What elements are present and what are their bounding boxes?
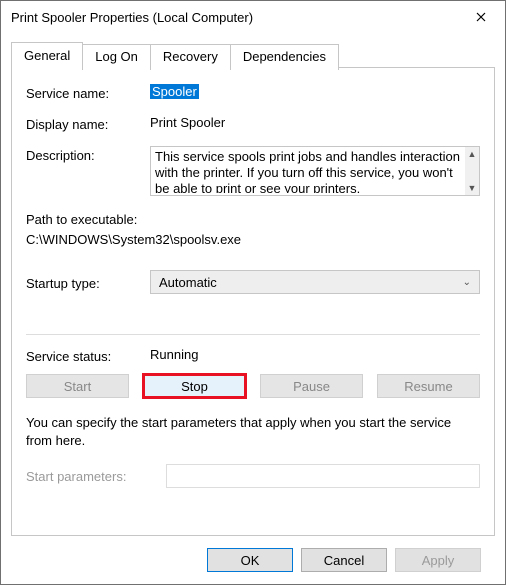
description-scrollbar[interactable]: ▲ ▼: [465, 147, 479, 195]
tab-recovery[interactable]: Recovery: [150, 44, 231, 70]
startup-type-value: Automatic: [159, 275, 217, 290]
stop-button[interactable]: Stop: [143, 374, 246, 398]
start-params-label: Start parameters:: [26, 469, 166, 484]
start-params-input: [166, 464, 480, 488]
description-label: Description:: [26, 146, 150, 163]
tab-general[interactable]: General: [11, 42, 83, 68]
tab-logon[interactable]: Log On: [82, 44, 151, 70]
divider: [26, 334, 480, 335]
scroll-up-icon[interactable]: ▲: [468, 149, 477, 159]
description-text[interactable]: This service spools print jobs and handl…: [155, 149, 463, 193]
display-name-label: Display name:: [26, 115, 150, 132]
path-value: C:\WINDOWS\System32\spoolsv.exe: [26, 230, 480, 250]
titlebar: Print Spooler Properties (Local Computer…: [1, 1, 505, 33]
close-icon: [476, 12, 486, 22]
pause-button: Pause: [260, 374, 363, 398]
description-box: This service spools print jobs and handl…: [150, 146, 480, 196]
window-title: Print Spooler Properties (Local Computer…: [11, 10, 461, 25]
path-label: Path to executable:: [26, 210, 480, 230]
service-control-buttons: Start Stop Pause Resume: [26, 374, 480, 398]
startup-type-select[interactable]: Automatic ⌄: [150, 270, 480, 294]
startup-type-label: Startup type:: [26, 274, 150, 291]
service-status-value: Running: [150, 347, 480, 362]
display-name-value: Print Spooler: [150, 115, 480, 130]
start-params-help: You can specify the start parameters tha…: [26, 414, 480, 450]
properties-window: Print Spooler Properties (Local Computer…: [0, 0, 506, 585]
tab-panel-general: Service name: Spooler Display name: Prin…: [11, 67, 495, 536]
start-button: Start: [26, 374, 129, 398]
service-name-value[interactable]: Spooler: [150, 84, 199, 99]
dialog-footer: OK Cancel Apply: [11, 536, 495, 584]
resume-button: Resume: [377, 374, 480, 398]
tab-dependencies[interactable]: Dependencies: [230, 44, 339, 70]
chevron-down-icon: ⌄: [463, 277, 471, 288]
apply-button: Apply: [395, 548, 481, 572]
client-area: General Log On Recovery Dependencies Ser…: [1, 33, 505, 584]
service-status-label: Service status:: [26, 347, 150, 364]
service-name-label: Service name:: [26, 84, 150, 101]
ok-button[interactable]: OK: [207, 548, 293, 572]
tab-strip: General Log On Recovery Dependencies: [11, 41, 495, 67]
close-button[interactable]: [461, 3, 501, 31]
cancel-button[interactable]: Cancel: [301, 548, 387, 572]
scroll-down-icon[interactable]: ▼: [468, 183, 477, 193]
